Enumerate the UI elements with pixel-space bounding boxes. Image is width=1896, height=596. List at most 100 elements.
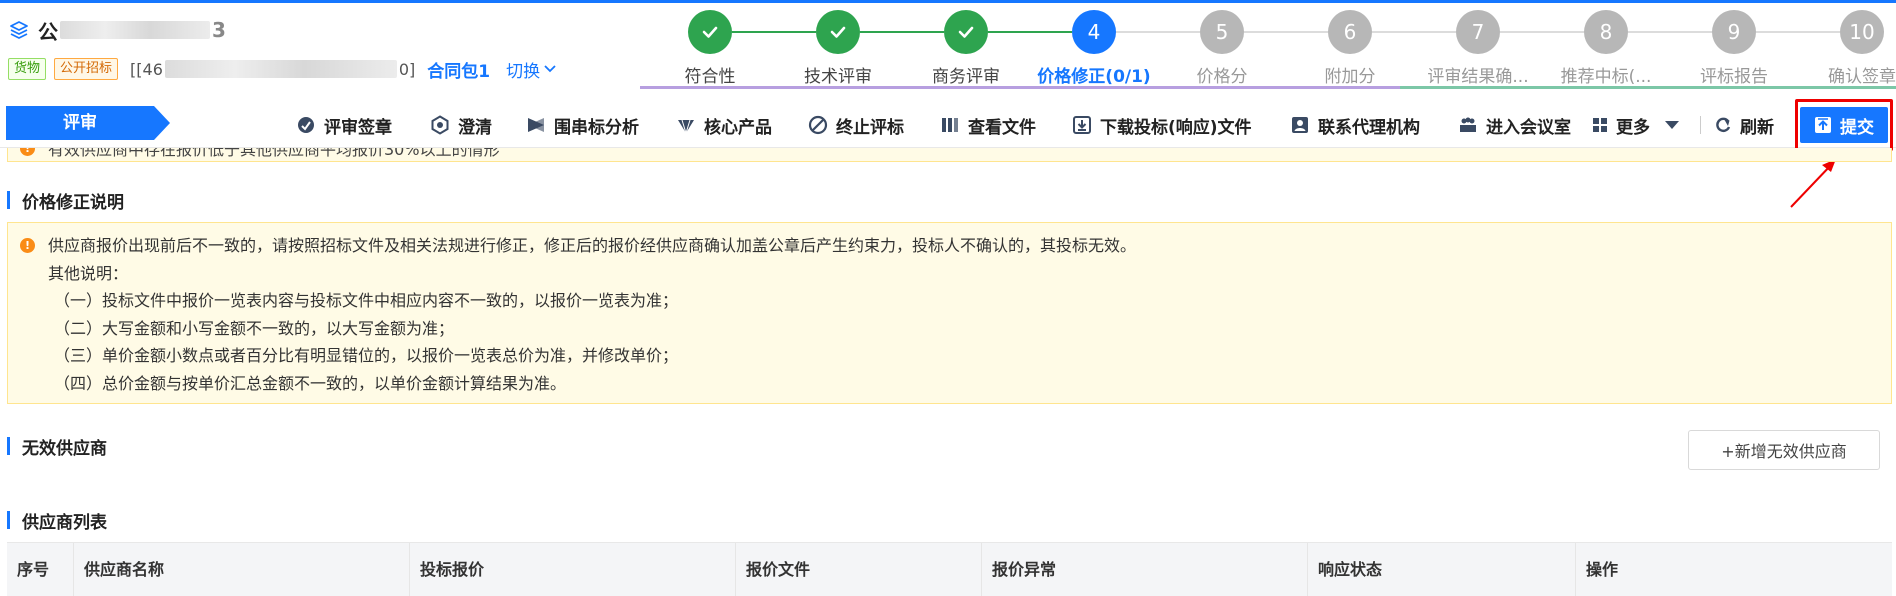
step-number: 7 xyxy=(1456,10,1500,54)
step-connector xyxy=(1372,31,1456,33)
enter-meeting-room-button[interactable]: 进入会议室 xyxy=(1458,112,1571,138)
stop-icon xyxy=(808,115,828,135)
project-name-prefix: 公 xyxy=(38,19,58,44)
step-connector xyxy=(732,31,816,33)
tag-goods: 货物 xyxy=(8,58,47,80)
download-bid-files-button[interactable]: 下载投标(响应)文件 xyxy=(1072,112,1252,138)
enter-meeting-room-label: 进入会议室 xyxy=(1486,117,1571,138)
step-extra-score[interactable]: 6 附加分 xyxy=(1285,10,1415,87)
supplier-list-title: 供应商列表 xyxy=(22,512,107,533)
collusion-analysis-label: 围串标分析 xyxy=(554,117,639,138)
step-label: 价格修正(0/1) xyxy=(1037,67,1151,87)
evaluation-steps: 符合性 技术评审 商务评审 4 价格修正(0/1) 5 价格分 6 附加分 7 … xyxy=(640,10,1896,92)
caret-down-icon xyxy=(1665,121,1679,129)
contact-icon xyxy=(1292,117,1308,133)
project-meta-row: 货物 公开招标 [[46 0] 合同包1 切换 xyxy=(8,56,557,82)
view-files-label: 查看文件 xyxy=(968,117,1036,138)
step-number: 8 xyxy=(1584,10,1628,54)
terminate-evaluation-label: 终止评标 xyxy=(836,117,904,138)
notice-line: 其他说明： xyxy=(48,264,129,283)
supplier-table-header: 序号 供应商名称 投标报价 报价文件 报价异常 响应状态 操作 xyxy=(7,542,1892,596)
step-report[interactable]: 9 评标报告 xyxy=(1669,10,1799,87)
refresh-button[interactable]: 刷新 xyxy=(1714,112,1774,138)
tag-open-tender: 公开招标 xyxy=(54,58,119,80)
step-label: 符合性 xyxy=(684,67,736,87)
stage-label: 评审 xyxy=(63,113,97,133)
progress-band-todo xyxy=(1400,86,1896,89)
step-technical[interactable]: 技术评审 xyxy=(773,10,903,87)
column-header-bid-price: 投标报价 xyxy=(410,543,736,596)
step-business[interactable]: 商务评审 xyxy=(901,10,1031,87)
chevron-down-icon xyxy=(544,65,556,73)
check-icon xyxy=(816,10,860,54)
grid-icon xyxy=(1593,118,1607,132)
step-compliance[interactable]: 符合性 xyxy=(645,10,775,87)
column-header-actions: 操作 xyxy=(1586,560,1619,579)
step-confirm-signature[interactable]: 10 确认签章 xyxy=(1797,10,1896,87)
clarify-label: 澄清 xyxy=(458,117,492,138)
core-product-button[interactable]: 核心产品 xyxy=(676,112,772,138)
step-connector xyxy=(988,31,1072,33)
review-signature-button[interactable]: 评审签章 xyxy=(296,112,392,138)
step-connector xyxy=(1628,31,1712,33)
notice-line: （二）大写金额和小写金额不一致的，以大写金额为准； xyxy=(54,319,455,338)
layers-icon xyxy=(8,19,30,41)
contact-agency-button[interactable]: 联系代理机构 xyxy=(1290,112,1420,138)
check-icon xyxy=(944,10,988,54)
step-label: 确认签章 xyxy=(1828,67,1896,87)
package-name: 合同包1 xyxy=(427,61,491,82)
notice-line: 供应商报价出现前后不一致的，请按照招标文件及相关法规进行修正，修正后的报价经供应… xyxy=(48,236,1137,255)
terminate-evaluation-button[interactable]: 终止评标 xyxy=(808,112,904,138)
project-header: 公 3 货物 公开招标 [[46 0] 合同包1 切换 xyxy=(8,12,648,86)
switch-label: 切换 xyxy=(506,61,541,82)
step-recommend-winner[interactable]: 8 推荐中标(... xyxy=(1541,10,1671,87)
add-invalid-supplier-button[interactable]: +新增无效供应商 xyxy=(1688,430,1880,470)
step-result-confirm[interactable]: 7 评审结果确... xyxy=(1413,10,1543,87)
section-marker xyxy=(7,511,10,529)
previous-warning-notice: ! 有效供应商中存在报价低于其他供应商平均报价30%以上的情形 xyxy=(7,148,1892,162)
refresh-icon xyxy=(1716,117,1731,133)
project-code-redacted xyxy=(164,60,397,78)
step-price-score[interactable]: 5 价格分 xyxy=(1157,10,1287,87)
step-number: 9 xyxy=(1712,10,1756,54)
step-number: 6 xyxy=(1328,10,1372,54)
supplier-list-section-title: 供应商列表 xyxy=(7,508,107,533)
view-files-button[interactable]: 查看文件 xyxy=(940,112,1036,138)
collusion-analysis-button[interactable]: 围串标分析 xyxy=(526,112,639,138)
progress-band-done xyxy=(640,86,1400,89)
step-label: 技术评审 xyxy=(804,67,872,87)
step-price-correction[interactable]: 4 价格修正(0/1) xyxy=(1029,10,1159,87)
step-label: 评标报告 xyxy=(1700,67,1768,87)
warning-icon: ! xyxy=(20,148,35,156)
more-menu-button[interactable]: 更多 xyxy=(1592,112,1680,138)
notice-line: （一）投标文件中报价一览表内容与投标文件中相应内容不一致的，以报价一览表为准； xyxy=(54,291,679,310)
price-correction-notice: ! 供应商报价出现前后不一致的，请按照招标文件及相关法规进行修正，修正后的报价经… xyxy=(7,222,1892,404)
highlight-box xyxy=(1795,99,1893,151)
clarify-button[interactable]: 澄清 xyxy=(430,112,492,138)
diamond-icon xyxy=(678,119,694,135)
project-title: 公 3 xyxy=(8,16,226,44)
step-number: 4 xyxy=(1072,10,1116,54)
step-number: 5 xyxy=(1200,10,1244,54)
project-code-suffix: 0] xyxy=(398,59,416,79)
top-accent-line xyxy=(0,0,1896,3)
download-bid-files-label: 下载投标(响应)文件 xyxy=(1100,117,1252,138)
project-name-suffix: 3 xyxy=(212,18,226,42)
step-connector xyxy=(860,31,944,33)
refresh-label: 刷新 xyxy=(1740,117,1774,138)
step-number: 10 xyxy=(1840,10,1884,54)
step-label: 推荐中标(... xyxy=(1560,67,1652,87)
step-label: 商务评审 xyxy=(932,67,1000,87)
download-icon xyxy=(1073,116,1091,134)
invalid-suppliers-title: 无效供应商 xyxy=(22,438,107,459)
column-header-index: 序号 xyxy=(7,543,74,596)
column-header-response-status: 响应状态 xyxy=(1308,543,1576,596)
column-header-price-file: 报价文件 xyxy=(736,543,982,596)
section-marker xyxy=(7,191,10,209)
stage-ribbon: 评审 xyxy=(6,106,170,140)
price-correction-title: 价格修正说明 xyxy=(22,192,124,213)
check-icon xyxy=(688,10,732,54)
switch-package-button[interactable]: 切换 xyxy=(506,57,557,82)
project-code: [[46 0] xyxy=(130,60,415,79)
project-name-redacted xyxy=(60,21,210,39)
